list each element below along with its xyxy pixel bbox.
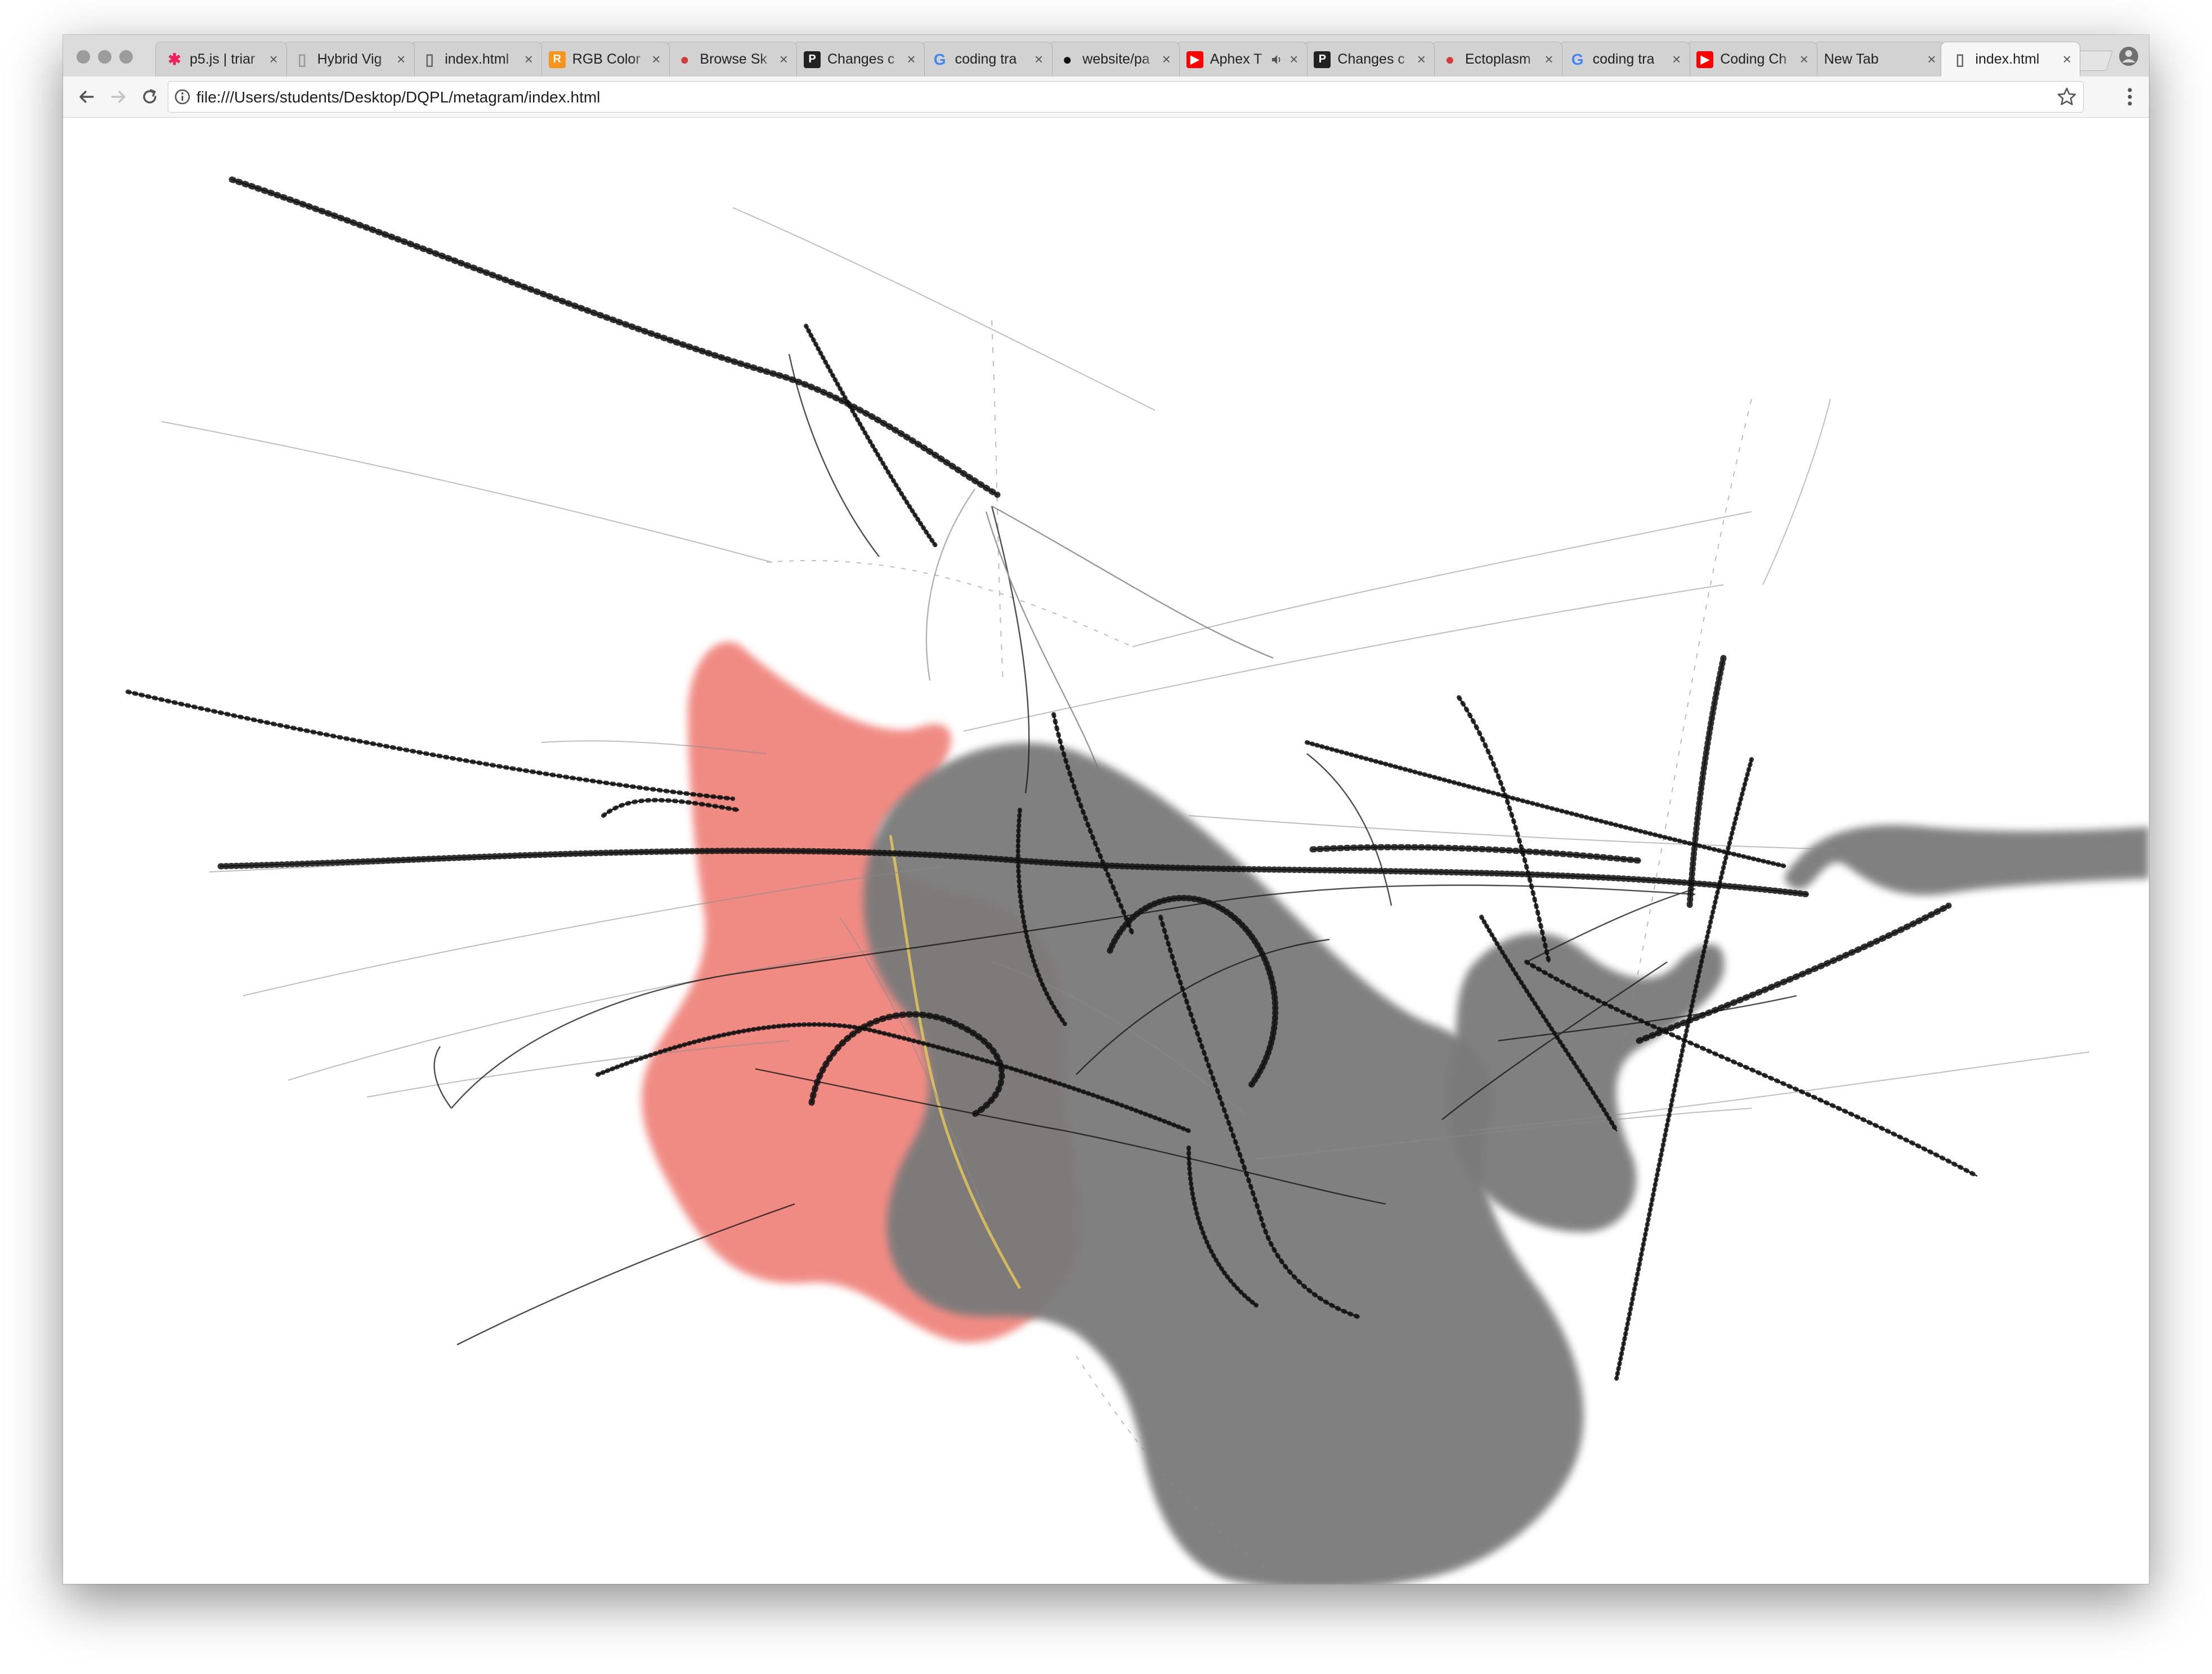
github-icon: ●: [1062, 50, 1072, 68]
tab-title: Browse Sk: [700, 51, 767, 67]
tab-title: coding tra: [955, 51, 1017, 67]
tab-10[interactable]: P Changes c ×: [1303, 42, 1435, 77]
brush-stroke: [1686, 655, 1727, 909]
tab-close-icon[interactable]: ×: [1414, 51, 1429, 68]
brush-stroke: [126, 690, 735, 801]
tab-close-icon[interactable]: ×: [1797, 51, 1811, 68]
tab-title: index.html: [445, 51, 509, 67]
reload-button[interactable]: [135, 82, 164, 111]
tab-1[interactable]: ✱ p5.js | triar ×: [155, 42, 287, 77]
url-text[interactable]: file:///Users/students/Desktop/DQPL/meta…: [196, 88, 600, 106]
tab-4[interactable]: R RGB Color ×: [538, 42, 670, 77]
tab-title: Coding Ch: [1720, 51, 1787, 67]
youtube-icon: ▶: [1186, 51, 1203, 68]
tab-close-icon[interactable]: ×: [1287, 51, 1301, 68]
tab-close-icon[interactable]: ×: [1924, 51, 1939, 68]
tab-close-icon[interactable]: ×: [904, 51, 919, 68]
tab-close-icon[interactable]: ×: [1032, 51, 1046, 68]
tab-13[interactable]: ▶ Coding Ch ×: [1686, 42, 1818, 77]
forward-button[interactable]: [104, 82, 133, 111]
brush-stroke: [804, 324, 938, 548]
tab-close-icon[interactable]: ×: [649, 51, 664, 68]
tab-2[interactable]: ▯ Hybrid Vig ×: [283, 42, 415, 77]
tab-title: Aphex T: [1210, 51, 1262, 67]
tab-close-icon[interactable]: ×: [1159, 51, 1174, 68]
p5-asterisk-icon: ✱: [168, 51, 181, 68]
youtube-icon: ▶: [1696, 51, 1714, 68]
tab-5[interactable]: ● Browse Sk ×: [665, 42, 798, 77]
brush-stroke-core: [1458, 696, 1550, 963]
tab-close-icon[interactable]: ×: [2059, 51, 2074, 68]
sketch-globe-icon: ●: [679, 50, 689, 68]
tab-title: Changes c: [1337, 51, 1405, 67]
tab-close-icon[interactable]: ×: [521, 51, 536, 68]
gray-blob-edge: [1785, 825, 2149, 896]
browser-toolbar: file:///Users/students/Desktop/DQPL/meta…: [63, 77, 2149, 118]
tab-title: Hybrid Vig: [317, 51, 382, 67]
r-logo-icon: R: [548, 51, 566, 68]
tab-title: New Tab: [1824, 51, 1879, 67]
tab-8[interactable]: ● website/pa ×: [1048, 42, 1180, 77]
page-icon: ▯: [297, 51, 307, 68]
speaker-icon[interactable]: [1271, 53, 1283, 66]
p-logo-icon: P: [804, 51, 821, 68]
tab-11[interactable]: ● Ectoplasm ×: [1431, 42, 1562, 77]
tab-title: Changes c: [827, 51, 895, 67]
p-logo-icon: P: [1314, 51, 1331, 68]
google-icon: G: [933, 50, 946, 68]
tab-7[interactable]: Gcoding tra ×: [920, 42, 1053, 77]
sketch-globe-icon: ●: [1445, 50, 1455, 68]
tab-6[interactable]: P Changes c ×: [793, 42, 925, 77]
back-button[interactable]: [72, 82, 101, 111]
tab-title: website/pa: [1082, 51, 1150, 67]
brush-stroke: [229, 176, 1001, 498]
generative-drawing: [126, 176, 2149, 1584]
kebab-menu-icon[interactable]: [2119, 84, 2141, 109]
arrow-left-icon: [79, 91, 94, 103]
document-icon: ▯: [1955, 51, 1965, 68]
tab-title: RGB Color: [572, 51, 641, 67]
brush-stroke: [1309, 844, 1642, 864]
reload-icon: [143, 89, 156, 104]
tab-close-icon[interactable]: ×: [266, 51, 281, 68]
arrow-right-icon: [111, 91, 126, 103]
tab-close-icon[interactable]: ×: [1669, 51, 1684, 68]
star-icon[interactable]: [2056, 86, 2077, 108]
window-zoom-button[interactable]: [119, 50, 133, 64]
tab-title: coding tra: [1592, 51, 1655, 67]
brush-stroke-core: [127, 691, 734, 800]
google-icon: G: [1571, 50, 1584, 68]
tab-9[interactable]: ▶ Aphex T ×: [1175, 42, 1308, 77]
window-close-button[interactable]: [77, 50, 90, 64]
tab-15[interactable]: ▯ index.html ×: [1941, 42, 2081, 77]
address-bar[interactable]: file:///Users/students/Desktop/DQPL/meta…: [168, 81, 2084, 113]
tab-title: p5.js | triar: [190, 51, 256, 67]
sketch-canvas[interactable]: [63, 118, 2149, 1584]
tab-close-icon[interactable]: ×: [1542, 51, 1556, 68]
document-icon: ▯: [425, 51, 434, 68]
tab-strip: ✱ p5.js | triar × ▯ Hybrid Vig × ▯ index.html × R…: [63, 35, 2149, 77]
browser-window: ✱ p5.js | triar × ▯ Hybrid Vig × ▯ index.html × R…: [63, 35, 2149, 1584]
brush-stroke-core: [231, 178, 998, 496]
tab-3[interactable]: ▯ index.html ×: [410, 42, 543, 77]
window-minimize-button[interactable]: [98, 50, 111, 64]
tab-close-icon[interactable]: ×: [776, 51, 791, 68]
brush-stroke: [1457, 695, 1551, 964]
tab-12[interactable]: Gcoding tra ×: [1558, 42, 1690, 77]
tab-title: index.html: [1975, 51, 2040, 67]
profile-icon[interactable]: [2117, 45, 2140, 68]
tab-14[interactable]: New Tab ×: [1813, 42, 1945, 77]
tab-close-icon[interactable]: ×: [394, 51, 409, 68]
tab-title: Ectoplasm: [1465, 51, 1531, 67]
info-icon[interactable]: [174, 88, 191, 105]
